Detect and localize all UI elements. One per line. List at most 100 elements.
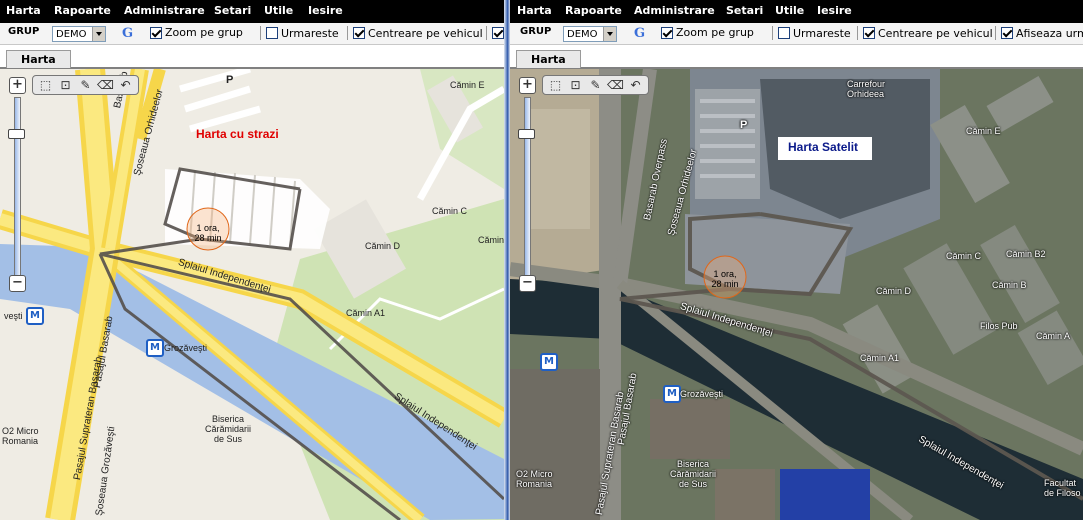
zoom-control: + −	[516, 77, 538, 309]
minus-icon[interactable]: −	[519, 275, 536, 292]
satellite-map-title: Harta Satelit	[778, 137, 873, 160]
metro-icon: M	[663, 385, 681, 403]
map-toolbar: GRUP DEMO G Zoom pe grup Urmareste Centr…	[0, 23, 504, 45]
toolbar-divider	[995, 26, 996, 40]
zoom-group-checkbox[interactable]	[150, 26, 162, 39]
follow-checkbox[interactable]	[778, 27, 790, 39]
stop-duration-line2: 28 min	[194, 233, 222, 243]
toolbar-divider	[347, 26, 348, 40]
metro-icon: M	[26, 307, 44, 325]
label-camin-b2: Cămin B2	[1006, 249, 1046, 259]
menu-rapoarte[interactable]: Rapoarte	[54, 4, 111, 17]
left-map-pane: Harta Rapoarte Administrare Setari Utile…	[0, 0, 504, 520]
plus-icon[interactable]: +	[9, 77, 26, 94]
toolbar-divider	[260, 26, 261, 40]
toolbar-divider	[486, 26, 487, 40]
center-vehicle-label: Centreare pe vehicul	[878, 26, 993, 40]
street-map-title: Harta cu strazi	[196, 127, 279, 141]
zoom-group-checkbox[interactable]	[661, 26, 673, 39]
center-vehicle-checkbox[interactable]	[353, 27, 365, 39]
toolbar-divider	[857, 26, 858, 40]
menu-setari[interactable]: Setari	[726, 4, 763, 17]
label-o2: O2 Micro Romania	[2, 426, 39, 446]
follow-checkbox[interactable]	[266, 27, 278, 39]
tab-strip: Harta	[0, 45, 504, 69]
zoom-slider-handle[interactable]	[8, 129, 25, 139]
satellite-map[interactable]: Harta Satelit 1 ora, 28 min Carrefour Or…	[510, 69, 1083, 520]
menu-administrare[interactable]: Administrare	[124, 4, 205, 17]
chevron-down-icon	[91, 27, 105, 41]
menu-iesire[interactable]: Iesire	[817, 4, 852, 17]
zoom-box-icon[interactable]: ⬚	[37, 78, 54, 92]
center-vehicle-label: Centreare pe vehicul	[368, 26, 483, 40]
show-track-checkbox[interactable]	[492, 27, 504, 39]
measure-icon[interactable]: ✎	[587, 78, 604, 92]
stop-duration: 1 ora, 28 min	[703, 269, 747, 289]
broom-icon[interactable]: ⌫	[97, 78, 114, 92]
parking-icon: P	[226, 74, 234, 86]
zoom-slider-track[interactable]	[14, 97, 21, 289]
undo-icon[interactable]: ↶	[627, 78, 644, 92]
zoom-control: + −	[6, 77, 28, 309]
parking-icon: P	[740, 119, 748, 131]
map-tools: ⬚ ⊡ ✎ ⌫ ↶	[542, 75, 649, 95]
minus-icon[interactable]: −	[9, 275, 26, 292]
label-camin-c: Cămin C	[432, 206, 468, 216]
zoom-slider-handle[interactable]	[518, 129, 535, 139]
menu-iesire[interactable]: Iesire	[308, 4, 343, 17]
group-select-value: DEMO	[567, 28, 598, 40]
tab-strip: Harta	[510, 45, 1083, 69]
stop-duration-line2: 28 min	[711, 279, 739, 289]
menu-setari[interactable]: Setari	[214, 4, 251, 17]
google-g-icon[interactable]: G	[122, 26, 133, 41]
label-o2: O2 Micro Romania	[516, 469, 553, 489]
group-select[interactable]: DEMO	[52, 26, 106, 42]
label-carrefour: Carrefour Orhideea	[847, 79, 886, 99]
label-biserica: Biserica Cărămidarii de Sus	[205, 414, 252, 444]
menu-utile[interactable]: Utile	[775, 4, 804, 17]
metro-icon: M	[146, 339, 164, 357]
tab-harta[interactable]: Harta	[516, 50, 581, 68]
plus-icon[interactable]: +	[519, 77, 536, 94]
metro-icon: M	[540, 353, 558, 371]
undo-icon[interactable]: ↶	[117, 78, 134, 92]
zoom-group-label: Zoom pe grup	[676, 26, 754, 39]
follow-label: Urmareste	[793, 26, 851, 40]
label-camin-e: Cămin E	[450, 80, 485, 90]
zoom-extent-icon[interactable]: ⊡	[57, 78, 74, 92]
menu-bar: Harta Rapoarte Administrare Setari Utile…	[0, 0, 504, 23]
zoom-box-icon[interactable]: ⬚	[547, 78, 564, 92]
label-filos-pub: Filos Pub	[980, 321, 1018, 331]
label-vesti: veşti	[4, 311, 23, 321]
center-vehicle-checkbox[interactable]	[863, 27, 875, 39]
label-camin-d: Cămin D	[876, 286, 912, 296]
menu-rapoarte[interactable]: Rapoarte	[565, 4, 622, 17]
stop-duration-line1: 1 ora,	[196, 223, 220, 233]
broom-icon[interactable]: ⌫	[607, 78, 624, 92]
menu-utile[interactable]: Utile	[264, 4, 293, 17]
right-map-pane: Harta Rapoarte Administrare Setari Utile…	[510, 0, 1083, 520]
menu-administrare[interactable]: Administrare	[634, 4, 715, 17]
label-biserica: Biserica Cărămidarii de Sus	[670, 459, 717, 489]
stop-duration: 1 ora, 28 min	[186, 223, 230, 243]
group-select-value: DEMO	[56, 28, 87, 40]
menu-harta[interactable]: Harta	[517, 4, 552, 17]
map-toolbar: GRUP DEMO G Zoom pe grup Urmareste Centr…	[510, 23, 1083, 45]
show-track-checkbox[interactable]	[1001, 27, 1013, 39]
label-camin-a: Cămin A	[1036, 331, 1071, 341]
google-g-icon[interactable]: G	[634, 26, 645, 41]
tab-harta[interactable]: Harta	[6, 50, 71, 68]
label-camin-d: Cămin D	[365, 241, 401, 251]
street-map[interactable]: Harta cu strazi 1 ora, 28 min Cămin E Că…	[0, 69, 504, 520]
group-select[interactable]: DEMO	[563, 26, 617, 42]
zoom-slider-track[interactable]	[524, 97, 531, 289]
menu-bar: Harta Rapoarte Administrare Setari Utile…	[510, 0, 1083, 23]
menu-harta[interactable]: Harta	[6, 4, 41, 17]
group-label: GRUP	[520, 26, 552, 37]
stop-duration-line1: 1 ora,	[713, 269, 737, 279]
label-camin-a1: Cămin A1	[860, 353, 900, 363]
label-camin-c: Cămin C	[946, 251, 982, 261]
label-facultatea: Facultat de Filoso	[1044, 478, 1081, 498]
measure-icon[interactable]: ✎	[77, 78, 94, 92]
zoom-extent-icon[interactable]: ⊡	[567, 78, 584, 92]
